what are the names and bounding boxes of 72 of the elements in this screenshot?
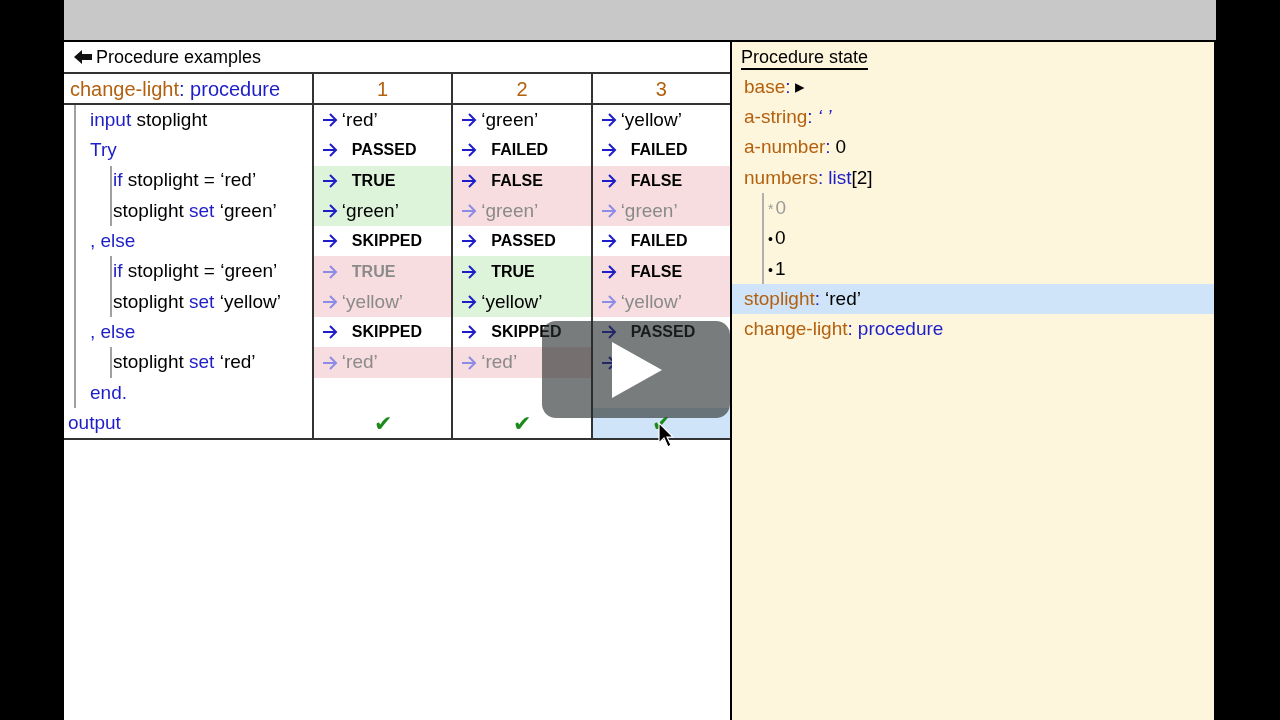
variable-entry: a-string: ‘ ’ xyxy=(744,105,832,130)
arrow-icon xyxy=(461,234,478,249)
arrow-icon xyxy=(321,173,338,188)
state-row[interactable]: base: ▸ xyxy=(732,72,1214,103)
result-cell: ‘green’ xyxy=(451,195,591,227)
arrow-icon xyxy=(461,173,478,188)
list-entry: *0 xyxy=(768,196,787,221)
list-entry: •1 xyxy=(768,256,786,281)
arrow-icon xyxy=(461,294,478,309)
arrow-icon xyxy=(600,234,617,249)
arrow-icon xyxy=(461,204,478,219)
arrow-icon xyxy=(321,234,338,249)
arrow-icon xyxy=(321,264,338,279)
arrow-icon xyxy=(461,143,478,158)
arrow-icon xyxy=(321,143,338,158)
code-line: stoplight set ‘yellow’ xyxy=(113,289,281,314)
arrow-icon xyxy=(600,113,617,128)
arrow-icon xyxy=(600,325,617,340)
state-row[interactable]: a-number: 0 xyxy=(732,132,1214,163)
procedure-signature: change-light: procedure xyxy=(70,76,281,102)
output-label: output xyxy=(68,410,121,435)
result-cell: ‘green’ xyxy=(590,195,730,227)
result-cell: ‘red’ xyxy=(311,347,452,378)
list-entry: •0 xyxy=(768,226,786,251)
state-row[interactable]: change-light: procedure xyxy=(732,314,1214,345)
column-header: 2 xyxy=(451,74,591,103)
column-header: 1 xyxy=(311,74,452,103)
result-cell: ‘red’ xyxy=(451,347,591,378)
result-cell: TRUE xyxy=(451,256,591,287)
code-line: stoplight set ‘green’ xyxy=(113,198,277,223)
variable-entry: stoplight: ‘red’ xyxy=(744,286,861,311)
result-cell: ‘green’ xyxy=(311,195,452,227)
arrow-left-icon[interactable] xyxy=(74,50,92,64)
arrow-icon xyxy=(461,113,478,128)
variable-entry: numbers: list[2] xyxy=(744,165,873,190)
arrow-icon xyxy=(461,355,478,370)
code-line: stoplight set ‘red’ xyxy=(113,350,256,375)
arrow-icon xyxy=(461,264,478,279)
result-cell: FALSE xyxy=(590,256,730,287)
code-line: end. xyxy=(90,380,127,405)
code-line: input stoplight xyxy=(90,107,208,132)
result-cell: FALSE xyxy=(451,165,591,196)
arrow-icon xyxy=(600,264,617,279)
arrow-icon xyxy=(600,173,617,188)
code-line: if stoplight = ‘red’ xyxy=(113,168,257,193)
result-cell: TRUE xyxy=(311,165,452,196)
arrow-icon xyxy=(321,325,338,340)
variable-entry: base: ▸ xyxy=(744,74,806,99)
result-cell: TRUE xyxy=(311,256,452,287)
result-cell: ‘yellow’ xyxy=(311,286,452,318)
arrow-icon xyxy=(321,355,338,370)
code-line: Try xyxy=(90,138,117,163)
arrow-icon xyxy=(321,204,338,219)
arrow-icon xyxy=(461,325,478,340)
code-line: , else xyxy=(90,319,136,344)
state-row[interactable]: numbers: list[2] xyxy=(732,162,1214,194)
code-line: if stoplight = ‘green’ xyxy=(113,259,278,284)
arrow-icon xyxy=(321,294,338,309)
state-row[interactable]: stoplight: ‘red’ xyxy=(732,284,1214,315)
state-row[interactable]: a-string: ‘ ’ xyxy=(732,102,1214,133)
panel-title: Procedure examples xyxy=(96,45,262,69)
code-line: , else xyxy=(90,229,136,254)
result-cell: ‘yellow’ xyxy=(451,286,591,318)
arrow-icon xyxy=(600,294,617,309)
panel-title: Procedure state xyxy=(741,46,869,70)
variable-entry: a-number: 0 xyxy=(744,135,847,160)
arrow-icon xyxy=(600,143,617,158)
arrow-icon xyxy=(321,113,338,128)
variable-entry: change-light: procedure xyxy=(744,317,944,342)
result-cell: FALSE xyxy=(590,165,730,196)
result-cell: ‘yellow’ xyxy=(590,286,730,318)
arrow-icon xyxy=(600,204,617,219)
